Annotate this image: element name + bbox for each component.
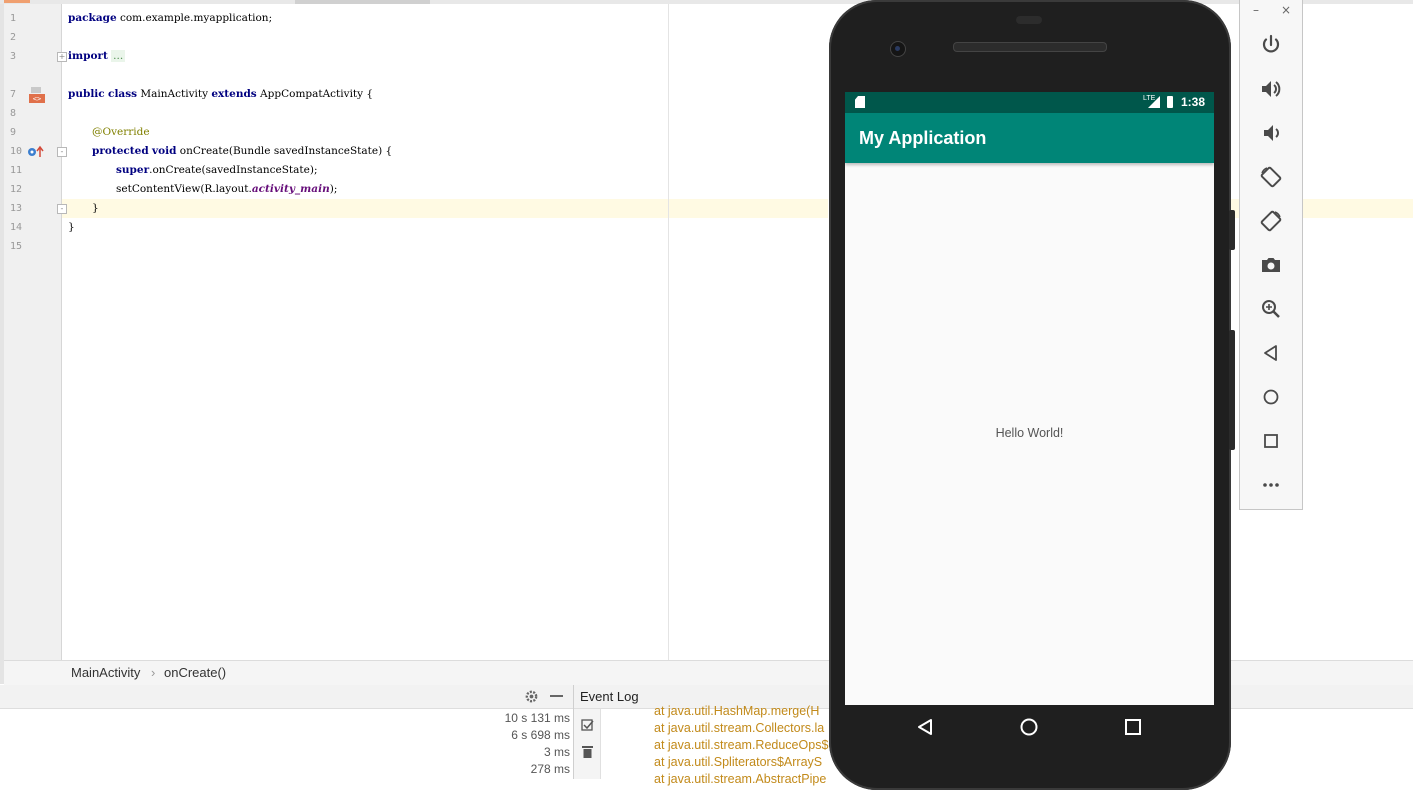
- nav-home-icon[interactable]: [1019, 717, 1039, 737]
- timing-value: 6 s 698 ms: [511, 728, 570, 742]
- hide-panel-icon[interactable]: [550, 695, 563, 697]
- status-bar: LTE 1:38: [845, 92, 1214, 113]
- line-number: 10: [10, 146, 23, 157]
- code-line-set-content-view[interactable]: setContentView(R.layout.activity_main);: [116, 180, 337, 199]
- log-line: at java.util.stream.AbstractPipe: [654, 772, 827, 786]
- breadcrumb-method[interactable]: onCreate(): [164, 665, 226, 680]
- svg-text:<>: <>: [33, 95, 41, 103]
- device-power-button[interactable]: [1229, 210, 1235, 250]
- more-icon[interactable]: [1259, 473, 1283, 497]
- event-log-content[interactable]: at java.util.HashMap.merge(H at java.uti…: [654, 703, 828, 788]
- mark-all-read-icon[interactable]: [581, 717, 594, 731]
- fold-toggle-icon[interactable]: -: [57, 147, 67, 157]
- breadcrumb-separator: ›: [151, 665, 156, 680]
- code-line-class-declaration[interactable]: public class MainActivity extends AppCom…: [68, 85, 373, 104]
- code-line-super-call[interactable]: super.onCreate(savedInstanceState);: [116, 161, 317, 180]
- line-number: 1: [10, 13, 17, 24]
- log-line: at java.util.stream.Collectors.la: [654, 721, 825, 735]
- line-number: 11: [10, 165, 23, 176]
- trash-icon[interactable]: [582, 743, 593, 758]
- emulator-toolbar: – ×: [1239, 0, 1303, 510]
- status-clock: 1:38: [1181, 95, 1206, 109]
- app-action-bar: My Application: [845, 113, 1214, 163]
- override-method-icon[interactable]: [27, 144, 45, 158]
- code-line-import[interactable]: import ...: [68, 47, 126, 66]
- device-speaker-grille: [953, 42, 1107, 52]
- line-number: 7: [10, 89, 17, 100]
- emulator-screen[interactable]: LTE 1:38 My Application Hello World!: [845, 92, 1214, 705]
- fold-toggle-icon[interactable]: +: [57, 52, 67, 62]
- event-log-title: Event Log: [580, 689, 639, 704]
- volume-down-icon[interactable]: [1259, 121, 1283, 145]
- build-panel-header: [0, 685, 573, 709]
- overview-icon[interactable]: [1259, 429, 1283, 453]
- editor-tab[interactable]: [4, 0, 30, 3]
- code-line-method-declaration[interactable]: protected void onCreate(Bundle savedInst…: [92, 142, 392, 161]
- event-log-toolbar: [574, 709, 601, 779]
- line-number: 14: [10, 222, 23, 233]
- device-sensor: [1016, 16, 1042, 24]
- android-nav-bar: [845, 705, 1214, 749]
- nav-back-icon[interactable]: [916, 717, 936, 737]
- volume-up-icon[interactable]: [1259, 77, 1283, 101]
- build-timings-list: 10 s 131 ms 6 s 698 ms 3 ms 278 ms: [430, 710, 570, 778]
- nav-overview-icon[interactable]: [1123, 717, 1143, 737]
- log-line: at java.util.HashMap.merge(H: [654, 704, 820, 718]
- rotate-right-icon[interactable]: [1259, 209, 1283, 233]
- line-number: 3: [10, 51, 17, 62]
- home-icon[interactable]: [1259, 385, 1283, 409]
- minimize-button[interactable]: –: [1253, 3, 1259, 17]
- log-line: at java.util.stream.ReduceOps$: [654, 738, 829, 752]
- code-line-method-close[interactable]: }: [92, 199, 99, 218]
- code-line-class-close[interactable]: }: [68, 218, 75, 237]
- right-margin-guide: [668, 4, 669, 660]
- line-number: 2: [10, 32, 17, 43]
- settings-gear-icon[interactable]: [524, 689, 539, 704]
- battery-icon: [1167, 96, 1173, 108]
- emulator-title-bar: – ×: [1240, 0, 1302, 22]
- current-line-highlight: [62, 199, 828, 218]
- rotate-left-icon[interactable]: [1259, 165, 1283, 189]
- code-line-annotation[interactable]: @Override: [92, 123, 150, 142]
- hello-world-text: Hello World!: [995, 426, 1064, 440]
- camera-icon[interactable]: [1259, 253, 1283, 277]
- line-number: 15: [10, 241, 23, 252]
- timing-value: 278 ms: [530, 762, 570, 776]
- fold-toggle-icon[interactable]: -: [57, 204, 67, 214]
- zoom-icon[interactable]: [1259, 297, 1283, 321]
- line-number: 12: [10, 184, 23, 195]
- timing-value: 3 ms: [543, 745, 570, 759]
- folded-imports[interactable]: ...: [111, 50, 126, 62]
- app-title: My Application: [859, 128, 987, 148]
- line-number: 9: [10, 127, 17, 138]
- log-line: at java.util.Spliterators$ArrayS: [654, 755, 823, 769]
- layout-file-icon[interactable]: <>: [28, 86, 46, 104]
- breadcrumb-class[interactable]: MainActivity: [71, 665, 140, 680]
- back-icon[interactable]: [1259, 341, 1283, 365]
- front-camera: [890, 41, 906, 57]
- sd-card-icon: [855, 96, 865, 108]
- line-number: 13: [10, 203, 23, 214]
- close-button[interactable]: ×: [1281, 3, 1291, 17]
- device-volume-rocker[interactable]: [1229, 330, 1235, 450]
- timing-value: 10 s 131 ms: [504, 711, 570, 725]
- line-number: 8: [10, 108, 17, 119]
- code-line-package[interactable]: package com.example.myapplication;: [68, 9, 272, 28]
- network-type-label: LTE: [1143, 95, 1156, 102]
- power-icon[interactable]: [1259, 33, 1283, 57]
